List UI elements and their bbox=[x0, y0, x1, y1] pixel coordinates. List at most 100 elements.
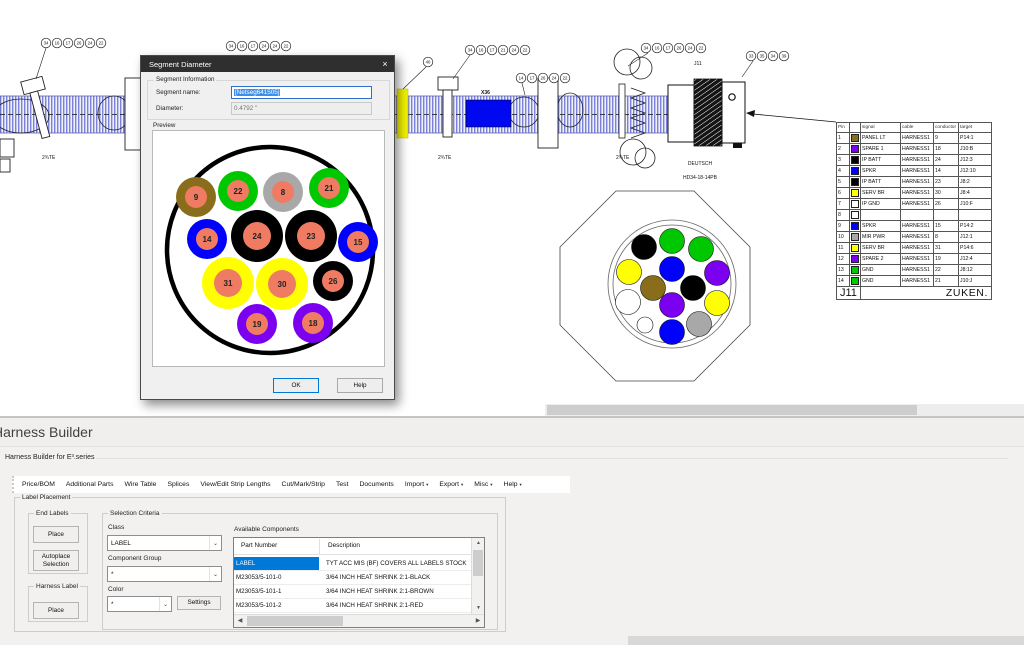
scroll-up-icon[interactable]: ▲ bbox=[472, 538, 485, 549]
wire-color-swatch bbox=[849, 132, 861, 144]
class-combobox[interactable]: LABEL ⌄ bbox=[107, 535, 222, 551]
color-swatch bbox=[851, 233, 859, 241]
drawing-label: 2¾TE bbox=[616, 155, 630, 161]
table-row: 14 GND HARNESS1 21 J10:J bbox=[836, 275, 992, 287]
list-item[interactable]: M23053/5-101-1 3/64 INCH HEAT SHRINK 2:1-… bbox=[234, 585, 472, 599]
table-row: 10 MIR PWR HARNESS1 8 J12:1 bbox=[836, 231, 992, 243]
harness-label-place-button[interactable]: Place bbox=[33, 602, 79, 619]
wire-number: 15 bbox=[354, 238, 363, 247]
balloon-number: 40 bbox=[426, 60, 431, 65]
description-cell[interactable]: 3/64 INCH HEAT SHRINK 2:1-RED bbox=[326, 602, 470, 609]
tab-cut-mark-strip[interactable]: Cut/Mark/Strip bbox=[282, 481, 325, 488]
chevron-down-icon[interactable]: ⌄ bbox=[209, 536, 221, 550]
drawing-label: J11 bbox=[694, 61, 702, 67]
part-number-cell[interactable]: M23053/5-101-2 bbox=[234, 599, 319, 612]
chevron-down-icon[interactable]: ⌄ bbox=[209, 567, 221, 581]
segment-name-label: Segment name: bbox=[156, 89, 201, 96]
settings-button[interactable]: Settings bbox=[177, 596, 221, 610]
end-labels-place-button[interactable]: Place bbox=[33, 526, 79, 543]
face-pin bbox=[704, 260, 730, 286]
list-header: Part Number Description bbox=[234, 538, 472, 555]
balloon-number: 35 bbox=[760, 54, 765, 59]
table-row: 9 SPKR HARNESS1 15 P14:2 bbox=[836, 220, 992, 232]
tab-splices[interactable]: Splices bbox=[167, 481, 189, 488]
tab-help[interactable]: Help ▾ bbox=[504, 481, 522, 488]
color-combobox[interactable]: * ⌄ bbox=[107, 596, 172, 612]
list-item[interactable]: LABEL TYT ACC MIS (BF) COVERS ALL LABELS … bbox=[234, 557, 472, 571]
tab-view-edit-strip-lengths[interactable]: View/Edit Strip Lengths bbox=[200, 481, 270, 488]
list-item[interactable]: M23053/5-101-2 3/64 INCH HEAT SHRINK 2:1-… bbox=[234, 599, 472, 613]
balloon-number: 16 bbox=[55, 41, 60, 46]
pin-table-cell: MIR PWR bbox=[860, 231, 901, 243]
preview-label: Preview bbox=[153, 122, 176, 129]
pin-table-cell: J10:J bbox=[958, 275, 992, 287]
table-row: 6 SERV BR HARNESS1 30 J8:4 bbox=[836, 187, 992, 199]
autoplace-selection-button[interactable]: Autoplace Selection bbox=[33, 550, 79, 571]
balloon-number: 24 bbox=[262, 44, 267, 49]
pin-table-cell: 2 bbox=[836, 143, 850, 155]
component-group-value: * bbox=[111, 570, 114, 578]
help-button[interactable]: Help bbox=[337, 378, 383, 393]
balloon-number: 22 bbox=[563, 76, 568, 81]
balloon-number: 17 bbox=[251, 44, 256, 49]
drawing-label: X36 bbox=[481, 90, 490, 96]
wire-color-swatch bbox=[849, 253, 861, 265]
description-cell[interactable]: TYT ACC MIS (BF) COVERS ALL LABELS STOCK bbox=[326, 560, 470, 567]
pin-table-cell: 13 bbox=[836, 264, 850, 276]
pin-table-cell: 9 bbox=[836, 220, 850, 232]
chevron-down-icon: ▾ bbox=[519, 482, 522, 487]
zuken-logo: ZUKEN. bbox=[860, 286, 992, 300]
tab-export[interactable]: Export ▾ bbox=[439, 481, 463, 488]
pin-table-cell: HARNESS1 bbox=[900, 231, 934, 243]
description-cell[interactable]: 3/64 INCH HEAT SHRINK 2:1-BROWN bbox=[326, 588, 470, 595]
status-bar-fragment bbox=[628, 636, 1024, 645]
table-row: 13 GND HARNESS1 22 J8:12 bbox=[836, 264, 992, 276]
wire-color-swatch bbox=[849, 143, 861, 155]
list-horizontal-scrollbar[interactable]: ◀ ▶ bbox=[234, 614, 484, 627]
table-row: 11 SERV BR HARNESS1 31 P14:6 bbox=[836, 242, 992, 254]
chevron-down-icon[interactable]: ⌄ bbox=[159, 597, 171, 611]
description-column-header[interactable]: Description bbox=[328, 542, 360, 549]
part-number-column-header[interactable]: Part Number bbox=[241, 542, 277, 549]
balloon-number: 17 bbox=[530, 76, 535, 81]
segment-name-input[interactable]: [Netseg641505] bbox=[231, 86, 372, 99]
tab-misc[interactable]: Misc ▾ bbox=[474, 481, 492, 488]
description-cell[interactable]: 3/64 INCH HEAT SHRINK 2:1-BLACK bbox=[326, 574, 470, 581]
wire-number: 23 bbox=[307, 232, 316, 241]
pin-table-cell bbox=[860, 209, 901, 221]
color-label: Color bbox=[108, 586, 124, 593]
tab-import[interactable]: Import ▾ bbox=[405, 481, 429, 488]
close-icon[interactable]: × bbox=[376, 59, 394, 69]
balloon-number: 34 bbox=[644, 46, 649, 51]
horizontal-scroll-thumb[interactable] bbox=[247, 616, 343, 626]
tab-wire-table[interactable]: Wire Table bbox=[124, 481, 156, 488]
balloon-leader bbox=[402, 66, 427, 90]
drawing-horizontal-scrollbar[interactable] bbox=[545, 404, 1024, 416]
tab-additional-parts[interactable]: Additional Parts bbox=[66, 481, 114, 488]
scroll-right-icon[interactable]: ▶ bbox=[472, 615, 484, 627]
pin-table-cell bbox=[900, 209, 934, 221]
tab-documents[interactable]: Documents bbox=[359, 481, 393, 488]
pin-table-cell: IP GND bbox=[860, 198, 901, 210]
list-vertical-scrollbar[interactable]: ▲ ▼ bbox=[471, 538, 484, 614]
component-group-combobox[interactable]: * ⌄ bbox=[107, 566, 222, 582]
drawing-scrollbar-thumb[interactable] bbox=[547, 405, 917, 415]
vertical-scroll-thumb[interactable] bbox=[473, 550, 483, 576]
part-number-cell[interactable]: M23053/5-101-1 bbox=[234, 585, 319, 598]
scroll-down-icon[interactable]: ▼ bbox=[472, 603, 485, 614]
harness-builder-titlebar[interactable]: Harness Builder bbox=[0, 418, 1024, 447]
ok-button[interactable]: OK bbox=[273, 378, 319, 393]
pin-table-cell: SPKR bbox=[860, 220, 901, 232]
tab-test[interactable]: Test bbox=[336, 481, 348, 488]
diameter-input: 0.4792 " bbox=[231, 102, 372, 115]
part-number-cell[interactable]: LABEL bbox=[234, 557, 319, 570]
list-item[interactable]: M23053/5-101-0 3/64 INCH HEAT SHRINK 2:1-… bbox=[234, 571, 472, 585]
part-number-cell[interactable]: M23053/5-101-0 bbox=[234, 571, 319, 584]
pin-table-cell: 14 bbox=[933, 165, 959, 177]
pin-table-cell: HARNESS1 bbox=[900, 264, 934, 276]
dialog-titlebar[interactable]: Segment Diameter × bbox=[141, 56, 394, 72]
scroll-left-icon[interactable]: ◀ bbox=[234, 615, 246, 627]
pin-table-cell: HARNESS1 bbox=[900, 220, 934, 232]
tab-price-bom[interactable]: Price/BOM bbox=[22, 481, 55, 488]
drawing-label: DEUTSCH bbox=[688, 161, 713, 167]
